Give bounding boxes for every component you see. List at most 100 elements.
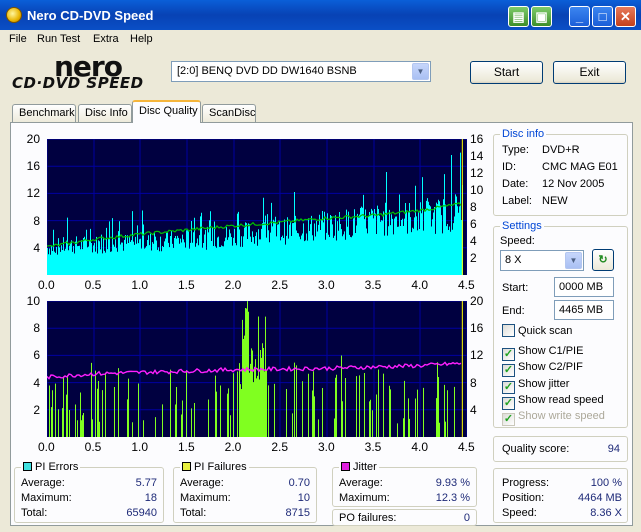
position-value: 4464 MB [577,492,622,504]
save-disk-icon[interactable]: ▣ [531,6,552,27]
y-right-tick-label: 4 [470,402,477,417]
pi-failures-avg-value: 0.70 [288,477,310,489]
pi-errors-total-label: Total: [21,507,48,519]
checkmark-icon[interactable]: ✓ [502,348,515,361]
jitter-swatch [341,462,350,471]
speed-readout-label: Speed: [502,507,537,519]
tab-disc-quality[interactable]: Disc Quality [132,100,201,123]
disc-id-label: ID: [502,161,517,173]
drive-select[interactable]: [2:0] BENQ DVD DD DW1640 BSNB ▼ [171,61,431,82]
y-left-tick-label: 20 [26,132,40,146]
save-screenshot-icon[interactable]: ▤ [508,6,529,27]
quick-scan-label: Quick scan [518,325,573,337]
nero-app-icon [6,7,22,23]
disc-date-label: Date: [502,178,529,190]
disc-date-value: 12 Nov 2005 [542,178,605,190]
tab-benchmark[interactable]: Benchmark [12,104,76,123]
y-right-tick-label: 8 [470,200,477,214]
show-c1-checkbox[interactable]: ✓ Show C1/PIE [502,345,583,361]
y-right-tick-label: 14 [470,149,484,163]
show-read-speed-label: Show read speed [518,394,604,406]
x-tick-label: 1.0 [131,278,149,292]
position-label: Position: [502,492,545,504]
show-read-speed-checkbox[interactable]: ✓ Show read speed [502,394,604,410]
checkbox-box[interactable] [502,324,515,337]
checkmark-icon[interactable]: ✓ [502,381,515,394]
disc-id-value: CMC MAG E01 [542,161,618,173]
close-button[interactable]: ✕ [615,6,636,27]
disc-label-label: Label: [502,195,532,207]
speed-readout-value: 8.36 X [590,507,622,519]
x-tick-label: 1.5 [178,440,195,454]
x-tick-label: 0.5 [84,278,102,292]
show-c1-label: Show C1/PIE [518,345,584,357]
x-tick-label: 3.0 [318,278,335,292]
y-right-tick-label: 10 [470,183,484,197]
minimize-button[interactable]: _ [569,6,590,27]
start-label: Start: [502,282,529,294]
y-left-tick-label: 16 [26,159,40,174]
start-input[interactable]: 0000 MB [554,277,614,297]
tab-scandisc[interactable]: ScanDisc [202,104,256,123]
chevron-down-icon[interactable]: ▼ [565,252,582,269]
y-left-tick-label: 8 [33,213,40,228]
quick-scan-checkbox[interactable]: Quick scan [502,324,572,337]
window-title: Nero CD-DVD Speed [27,8,154,23]
nero-logo: nero CD·DVD SPEED [10,50,160,94]
show-write-speed-checkbox: ✓ Show write speed [502,410,605,426]
show-jitter-checkbox[interactable]: ✓ Show jitter [502,378,569,394]
po-failures-box: PO failures: 0 [332,509,477,526]
jitter-max-label: Maximum: [339,492,390,504]
speed-label: Speed: [500,235,535,247]
menu-run-test[interactable]: Run Test [37,33,80,45]
exit-button[interactable]: Exit [553,61,626,84]
menu-extra[interactable]: Extra [93,33,119,45]
end-label: End: [502,305,525,317]
checkmark-icon[interactable]: ✓ [502,364,515,377]
start-button[interactable]: Start [470,61,543,84]
refresh-speed-icon[interactable]: ↻ [592,249,614,271]
menu-help[interactable]: Help [130,33,153,45]
checkmark-icon[interactable]: ✓ [502,397,515,410]
pi-failures-chart [47,301,467,437]
disc-type-value: DVD+R [542,144,580,156]
maximize-button[interactable]: □ [592,6,613,27]
show-c2-checkbox[interactable]: ✓ Show C2/PIF [502,361,583,377]
menu-file[interactable]: File [9,33,27,45]
pi-errors-swatch [23,462,32,471]
y-right-tick-label: 4 [470,234,477,248]
x-tick-label: 1.5 [178,278,195,292]
x-tick-label: 2.5 [271,278,289,292]
jitter-max-value: 12.3 % [435,492,470,504]
x-tick-label: 4.0 [411,440,429,454]
quality-score-value: 94 [607,443,620,455]
show-write-speed-label: Show write speed [518,410,605,422]
x-tick-label: 2.5 [271,440,289,454]
show-jitter-label: Show jitter [518,378,570,390]
y-right-tick-label: 16 [470,132,484,146]
pi-failures-heading: PI Failures [180,461,249,473]
disc-label-value: NEW [542,195,568,207]
speed-select[interactable]: 8 X ▼ [500,250,584,271]
chevron-down-icon[interactable]: ▼ [412,63,429,80]
x-tick-label: 3.0 [318,440,335,454]
quality-score-label: Quality score: [502,443,570,455]
pi-errors-max-value: 18 [144,492,157,504]
pi-failures-stats: PI Failures Average: 0.70 Maximum: 10 To… [173,461,317,523]
y-left-tick-label: 8 [33,321,40,336]
y-right-tick-label: 2 [470,251,477,265]
y-right-tick-label: 12 [470,348,484,363]
y-left-tick-label: 12 [26,186,40,201]
settings-title: Settings [500,220,544,232]
end-input[interactable]: 4465 MB [554,300,614,320]
jitter-title: Jitter [353,461,377,473]
x-tick-label: 2.0 [224,440,242,454]
x-tick-label: 1.0 [131,440,149,454]
progress-value: 100 % [590,477,622,489]
tab-disc-info[interactable]: Disc Info [78,104,132,123]
pi-errors-avg-label: Average: [21,477,65,489]
pi-failures-max-label: Maximum: [180,492,231,504]
menu-bar: File Run Test Extra Help [0,30,641,49]
pi-errors-chart [47,139,467,275]
pi-errors-title: PI Errors [35,461,79,473]
